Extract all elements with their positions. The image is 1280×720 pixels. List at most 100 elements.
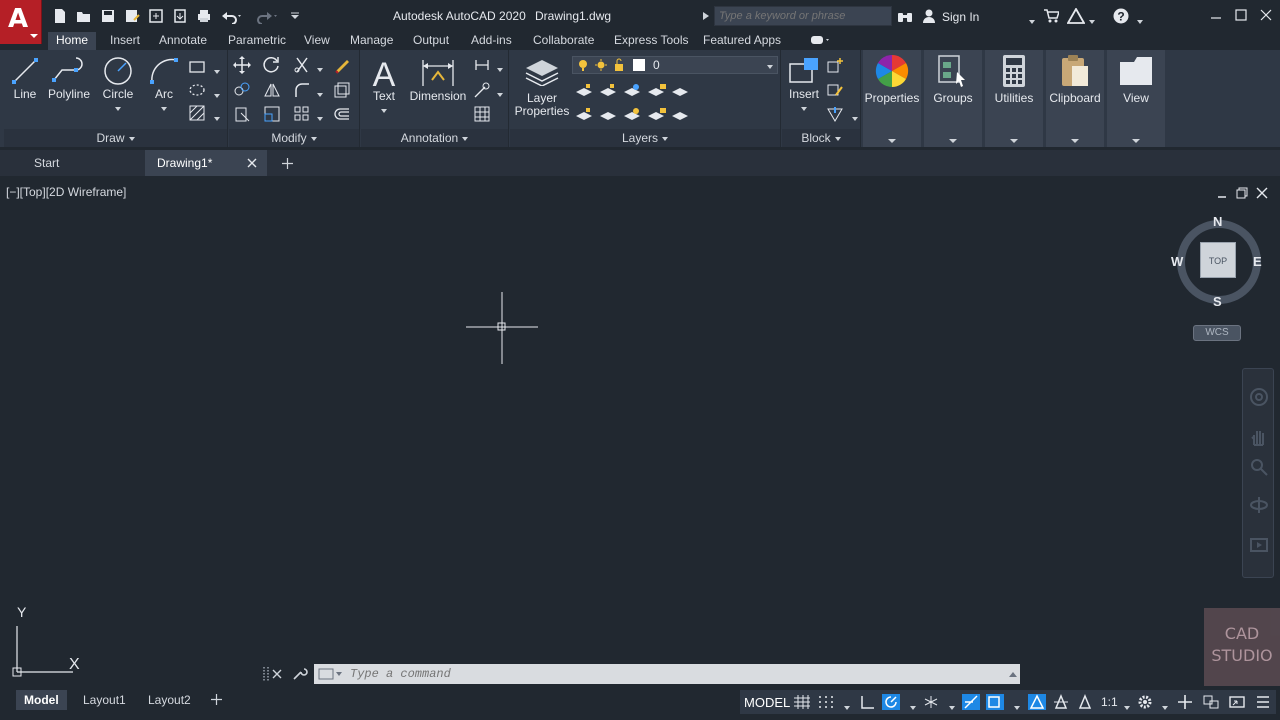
trim-icon[interactable] xyxy=(293,56,311,74)
tab-view[interactable]: View xyxy=(296,32,338,50)
layout-tab-model[interactable]: Model xyxy=(16,690,67,710)
save-as-icon[interactable] xyxy=(124,8,140,24)
leader-icon[interactable] xyxy=(473,56,491,74)
copy-icon[interactable] xyxy=(233,81,251,99)
stretch-icon[interactable] xyxy=(233,105,251,123)
modify-panel-title[interactable]: Modify xyxy=(229,129,359,147)
draw-panel-title[interactable]: Draw xyxy=(4,129,227,147)
viewcube-top-face[interactable]: TOP xyxy=(1200,242,1236,278)
block-panel-title[interactable]: Block xyxy=(782,129,860,147)
plot-icon[interactable] xyxy=(196,8,212,24)
tab-add-ins[interactable]: Add-ins xyxy=(463,32,520,50)
sign-in-link[interactable]: Sign In xyxy=(942,10,979,24)
polyline-button[interactable]: Polyline xyxy=(46,56,92,101)
compass-south[interactable]: S xyxy=(1213,294,1222,309)
clean-screen-icon[interactable] xyxy=(1228,694,1246,710)
viewport-restore-icon[interactable] xyxy=(1236,187,1248,199)
scale-value[interactable]: 1:1 xyxy=(1101,695,1118,709)
user-icon[interactable] xyxy=(922,9,936,23)
viewcube[interactable]: TOP N S E W xyxy=(1170,212,1268,309)
orbit-icon[interactable] xyxy=(1249,495,1269,515)
open-web-icon[interactable] xyxy=(148,8,164,24)
compass-east[interactable]: E xyxy=(1253,254,1262,269)
sign-in-dropdown-icon[interactable] xyxy=(1025,14,1035,28)
rotate-icon[interactable] xyxy=(263,56,281,74)
layer-tools-row-1-icons[interactable] xyxy=(574,82,694,100)
command-expand-icon[interactable] xyxy=(1008,670,1018,678)
close-tab-icon[interactable] xyxy=(247,158,257,168)
groups-panel-button[interactable]: Groups xyxy=(924,50,982,147)
isolate-objects-icon[interactable] xyxy=(1202,694,1220,710)
multileader-icon[interactable] xyxy=(473,81,491,99)
new-tab-icon[interactable] xyxy=(282,158,293,169)
move-icon[interactable] xyxy=(233,56,251,74)
block-attributes-icon[interactable] xyxy=(826,105,844,123)
tab-annotate[interactable]: Annotate xyxy=(151,32,215,50)
help-icon[interactable]: ? xyxy=(1113,8,1129,24)
compass-north[interactable]: N xyxy=(1213,214,1222,229)
command-history-icon[interactable] xyxy=(318,668,346,680)
expand-search-icon[interactable] xyxy=(703,12,709,20)
insert-button[interactable]: Insert xyxy=(784,56,824,115)
compass-west[interactable]: W xyxy=(1171,254,1183,269)
new-layout-icon[interactable] xyxy=(211,694,222,705)
annotation-scale-icon[interactable] xyxy=(1076,694,1094,710)
open-icon[interactable] xyxy=(76,8,92,24)
create-block-icon[interactable] xyxy=(826,56,844,74)
array-explode-icon[interactable] xyxy=(333,81,351,99)
command-close-icon[interactable] xyxy=(271,668,283,680)
snap-mode-icon[interactable] xyxy=(817,694,835,710)
hatch-icon[interactable] xyxy=(188,81,206,99)
viewport-close-icon[interactable] xyxy=(1256,187,1268,199)
dimension-button[interactable]: Dimension xyxy=(407,56,469,103)
layers-panel-title[interactable]: Layers xyxy=(510,129,780,147)
app-dropdown-icon[interactable] xyxy=(1085,14,1095,28)
application-menu-button[interactable]: A xyxy=(0,0,42,44)
tab-manage[interactable]: Manage xyxy=(342,32,401,50)
isodraft-icon[interactable] xyxy=(922,694,940,710)
ortho-icon[interactable] xyxy=(858,694,876,710)
layout-tab-layout2[interactable]: Layout2 xyxy=(140,690,199,710)
clipboard-panel-button[interactable]: Clipboard xyxy=(1046,50,1104,147)
minimize-icon[interactable] xyxy=(1209,8,1223,22)
binoculars-icon[interactable] xyxy=(897,9,913,23)
search-input[interactable] xyxy=(714,6,892,26)
arc-button[interactable]: Arc xyxy=(146,56,182,115)
ribbon-display-toggle-icon[interactable] xyxy=(810,34,834,46)
model-space-toggle[interactable]: MODEL xyxy=(744,695,790,710)
zoom-icon[interactable] xyxy=(1249,457,1269,477)
table-icon[interactable] xyxy=(473,105,491,123)
redo-icon[interactable] xyxy=(256,8,278,24)
tab-featured-apps[interactable]: Featured Apps xyxy=(695,32,789,50)
autodesk-app-icon[interactable] xyxy=(1067,8,1085,24)
annotation-monitor-icon[interactable] xyxy=(1176,694,1194,710)
command-input[interactable] xyxy=(314,664,1020,684)
undo-icon[interactable] xyxy=(220,8,242,24)
wcs-menu-button[interactable]: WCS xyxy=(1193,325,1241,341)
offset-icon[interactable] xyxy=(333,105,351,123)
rectangle-icon[interactable] xyxy=(188,58,206,76)
customize-toolbar-icon[interactable] xyxy=(289,8,301,24)
save-icon[interactable] xyxy=(100,8,116,24)
cart-icon[interactable] xyxy=(1043,9,1059,23)
object-snap-tracking-icon[interactable] xyxy=(962,694,980,710)
workspace-gear-icon[interactable] xyxy=(1136,694,1154,710)
layer-properties-button[interactable]: Layer Properties xyxy=(512,54,572,118)
layout-tab-layout1[interactable]: Layout1 xyxy=(75,690,134,710)
help-dropdown-icon[interactable] xyxy=(1133,14,1143,28)
tab-output[interactable]: Output xyxy=(405,32,457,50)
gradient-icon[interactable] xyxy=(188,104,206,122)
drawing-viewport[interactable] xyxy=(0,178,1280,686)
utilities-panel-button[interactable]: Utilities xyxy=(985,50,1043,147)
maximize-icon[interactable] xyxy=(1234,8,1248,22)
viewport-minimize-icon[interactable] xyxy=(1216,189,1228,199)
annotation-panel-title[interactable]: Annotation xyxy=(361,129,508,147)
close-icon[interactable] xyxy=(1259,8,1273,22)
edit-block-icon[interactable] xyxy=(826,81,844,99)
object-snap-icon[interactable] xyxy=(986,694,1004,710)
layer-tools-row-2-icons[interactable] xyxy=(574,106,694,124)
fillet-icon[interactable] xyxy=(293,81,311,99)
layer-dropdown[interactable]: 0 xyxy=(572,56,778,74)
mirror-icon[interactable] xyxy=(263,81,281,99)
customization-menu-icon[interactable] xyxy=(1254,694,1272,710)
